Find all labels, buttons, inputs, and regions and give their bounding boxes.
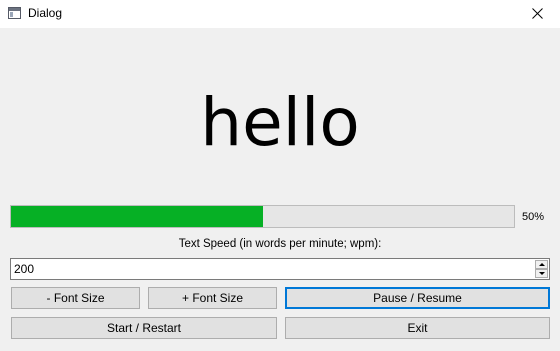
- pause-resume-button[interactable]: Pause / Resume: [285, 287, 550, 309]
- close-icon: [532, 8, 543, 19]
- progress-percent-label: 50%: [522, 211, 545, 223]
- wpm-input[interactable]: [11, 259, 531, 279]
- chevron-down-icon[interactable]: [535, 269, 548, 278]
- reading-progress-bar: [10, 205, 515, 228]
- dialog-window: Dialog hello 50% Text Speed (in words pe…: [0, 0, 560, 351]
- start-restart-button[interactable]: Start / Restart: [11, 317, 277, 339]
- decrease-font-size-button[interactable]: - Font Size: [11, 287, 140, 309]
- window-app-icon: [8, 7, 21, 19]
- window-title: Dialog: [28, 6, 63, 20]
- current-word-display: hello: [200, 84, 360, 161]
- progress-bar-fill: [11, 206, 263, 227]
- text-speed-label: Text Speed (in words per minute; wpm):: [178, 238, 382, 250]
- title-bar: Dialog: [0, 0, 560, 28]
- chevron-up-icon[interactable]: [535, 260, 548, 269]
- spin-buttons: [535, 260, 548, 278]
- increase-font-size-button[interactable]: + Font Size: [148, 287, 277, 309]
- wpm-spinbox[interactable]: [10, 258, 550, 280]
- exit-button[interactable]: Exit: [285, 317, 550, 339]
- close-button[interactable]: [516, 0, 560, 28]
